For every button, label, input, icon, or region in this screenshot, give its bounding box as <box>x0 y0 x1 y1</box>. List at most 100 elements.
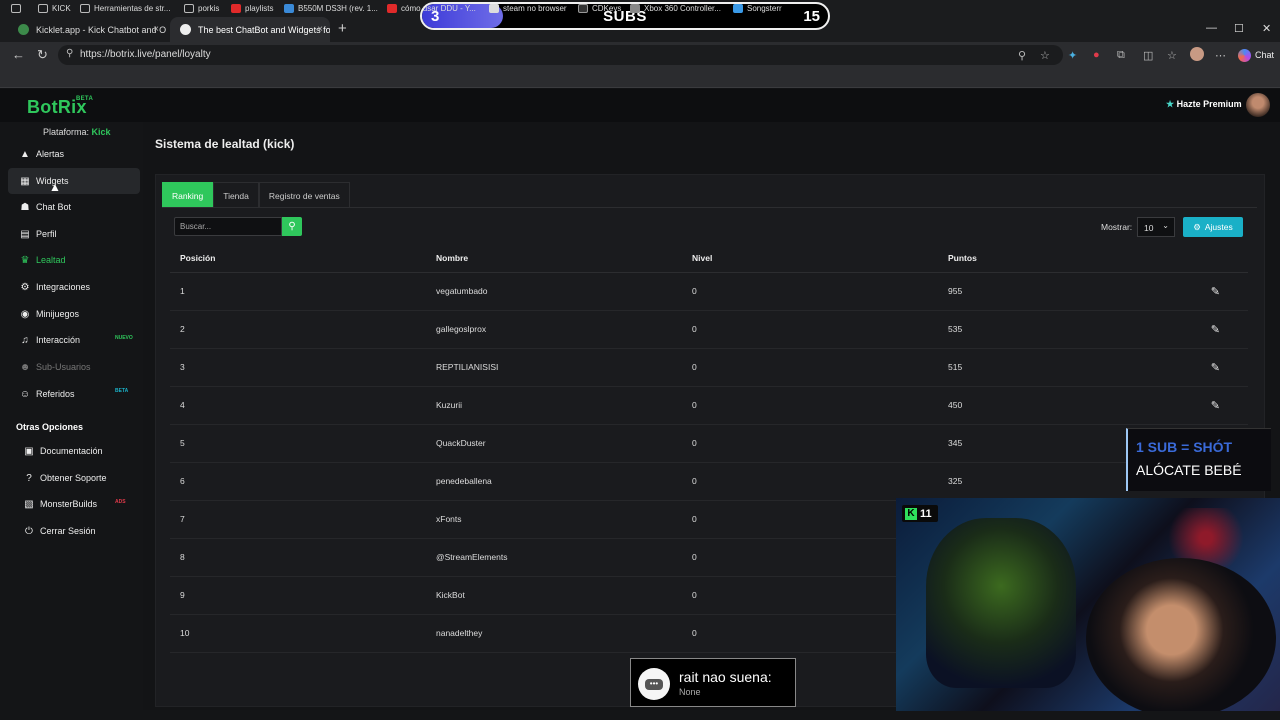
table-header-row: Posición Nombre Nivel Puntos <box>170 244 1248 273</box>
cell-position: 10 <box>170 614 426 653</box>
more-menu-icon[interactable]: ⋯ <box>1215 49 1226 62</box>
sidebar-item-widgets[interactable]: ▦ Widgets <box>8 168 140 194</box>
cell-name: nanadelthey <box>426 614 682 653</box>
sidebar-item-alertas[interactable]: ▲ Alertas <box>8 141 140 167</box>
minimize-icon[interactable]: — <box>1206 22 1217 34</box>
back-icon[interactable]: ← <box>12 47 25 62</box>
search-button[interactable]: ⚲ <box>282 217 302 236</box>
browser-tab-kicklet[interactable]: Kicklet.app - Kick Chatbot and O × <box>8 17 166 42</box>
cell-level: 0 <box>682 462 938 501</box>
platform-value: Kick <box>91 127 111 137</box>
chat-bubble-icon: ••• <box>638 668 670 700</box>
grid-icon: ▦ <box>20 175 30 187</box>
bookmark-steam[interactable]: steam no browser <box>489 4 567 13</box>
ads-badge: ADS <box>115 499 126 505</box>
search-input[interactable]: Buscar... <box>174 217 282 236</box>
bookmark-xbox[interactable]: Xbox 360 Controller... <box>630 4 721 13</box>
sidebar-item-soporte[interactable]: ? Obtener Soporte <box>12 465 144 491</box>
viewer-count-badge: K 11 <box>902 505 938 522</box>
cell-level: 0 <box>682 424 938 463</box>
column-header[interactable]: Puntos <box>938 244 1194 273</box>
new-tab-button[interactable]: + <box>338 20 347 37</box>
extension-icon[interactable]: ✦ <box>1068 49 1077 62</box>
bookmark-ddu[interactable]: cómo usar DDU - Y... <box>387 4 476 13</box>
sidebar-item-documentacion[interactable]: ▣ Documentación <box>12 438 144 464</box>
tab-ranking[interactable]: Ranking <box>162 182 214 208</box>
column-header[interactable]: Posición <box>170 244 426 273</box>
warning-icon: ▲ <box>20 148 30 160</box>
browser-tab-botrix[interactable]: The best ChatBot and Widgets fo × <box>170 17 330 42</box>
cell-level: 0 <box>682 310 938 349</box>
url-field[interactable]: ⚲ https://botrix.live/panel/loyalty <box>58 45 1063 65</box>
sidebar-item-chat-bot[interactable]: ☗ Chat Bot <box>8 194 140 220</box>
chat-username: rait nao suena: <box>679 669 772 685</box>
sidebar-item-lealtad[interactable]: ♛ Lealtad <box>8 247 140 273</box>
zoom-icon[interactable]: ⚲ <box>1018 49 1026 62</box>
platform-label: Plataforma: Kick <box>43 127 111 137</box>
page-size-select[interactable]: 10 ⌄ <box>1137 217 1175 237</box>
edit-pencil-icon[interactable]: ✎ <box>1194 386 1248 425</box>
maximize-icon[interactable]: ☐ <box>1234 22 1244 35</box>
sidebar-item-perfil[interactable]: ▤ Perfil <box>8 221 140 247</box>
column-header-actions <box>1194 244 1248 273</box>
cell-name: Kuzurii <box>426 386 682 425</box>
cell-name: KickBot <box>426 576 682 615</box>
extensions-puzzle-icon[interactable]: ⧉ <box>1117 49 1125 62</box>
users-icon: ☻ <box>19 361 31 373</box>
close-tab-icon[interactable]: × <box>153 24 159 35</box>
promo-line-2: ALÓCATE BEBÉ <box>1136 462 1242 478</box>
loyalty-tabs: Ranking Tienda Registro de ventas <box>162 182 350 208</box>
box-icon: ▧ <box>24 498 34 510</box>
close-window-icon[interactable]: ✕ <box>1262 22 1271 35</box>
user-avatar[interactable] <box>1246 93 1270 117</box>
premium-link[interactable]: ★ Hazte Premium <box>1166 99 1242 110</box>
reload-icon[interactable]: ↻ <box>37 47 48 63</box>
favorite-star-icon[interactable]: ☆ <box>1040 49 1050 62</box>
tab-registro-ventas[interactable]: Registro de ventas <box>258 182 350 208</box>
bookmark-b550m[interactable]: B550M DS3H (rev. 1... <box>284 4 378 13</box>
bookmarks-menu-icon[interactable] <box>11 4 21 13</box>
close-tab-icon[interactable]: × <box>317 24 323 35</box>
robot-icon: ☗ <box>20 201 30 213</box>
copilot-chat-button[interactable]: Chat <box>1238 45 1278 65</box>
column-header[interactable]: Nivel <box>682 244 938 273</box>
column-header[interactable]: Nombre <box>426 244 682 273</box>
music-icon: ♫ <box>21 334 29 346</box>
sidebar-item-integraciones[interactable]: ⚙ Integraciones <box>8 274 140 300</box>
site-info-icon[interactable]: ⚲ <box>66 48 73 59</box>
table-row: 5QuackDuster0345✎ <box>170 424 1248 463</box>
extension-red-icon[interactable]: ● <box>1093 49 1100 61</box>
cell-points: 450 <box>938 386 1194 425</box>
profile-avatar[interactable] <box>1190 47 1204 61</box>
bookmark-kick[interactable]: KICK <box>38 4 71 13</box>
sidebar-item-sub-usuarios[interactable]: ☻ Sub-Usuarios <box>8 354 140 380</box>
cell-position: 2 <box>170 310 426 349</box>
sidebar-item-cerrar-sesion[interactable]: ⏻ Cerrar Sesión <box>12 518 144 544</box>
sidebar-item-referidos[interactable]: ☺ Referidos <box>8 381 140 407</box>
bookmark-songsterr[interactable]: Songsterr <box>733 4 782 13</box>
table-row: 2 gallegoslprox 0 535 ✎ <box>170 310 1248 349</box>
tab-tienda[interactable]: Tienda <box>213 182 259 208</box>
edit-pencil-icon[interactable]: ✎ <box>1194 272 1248 311</box>
beta-badge: BETA <box>76 96 94 102</box>
favorites-icon[interactable]: ☆ <box>1167 49 1177 62</box>
bookmark-cdkeys[interactable]: CDKeys <box>578 4 621 13</box>
edit-pencil-icon[interactable]: ✎ <box>1194 348 1248 387</box>
settings-button[interactable]: ⚙ Ajustes <box>1183 217 1243 237</box>
cell-position: 5 <box>170 424 426 463</box>
copilot-icon <box>1238 48 1251 62</box>
webcam-feed <box>896 498 1280 711</box>
cell-name: penedeballena <box>426 462 682 501</box>
cell-level: 0 <box>682 272 938 311</box>
split-screen-icon[interactable]: ◫ <box>1143 49 1153 62</box>
cell-name: REPTILIANISISI <box>426 348 682 387</box>
page-title: Sistema de lealtad (kick) <box>155 137 295 151</box>
sidebar-item-minijuegos[interactable]: ◉ Minijuegos <box>8 301 140 327</box>
botrix-favicon-icon <box>180 24 191 35</box>
table-row: 1 vegatumbado 0 955 ✎ <box>170 272 1248 311</box>
bookmark-playlists[interactable]: playlists <box>231 4 273 13</box>
bookmark-herramientas[interactable]: Herramientas de str... <box>80 4 170 13</box>
botrix-logo[interactable]: BotRix BETA <box>27 96 93 118</box>
edit-pencil-icon[interactable]: ✎ <box>1194 310 1248 349</box>
bookmark-porkis[interactable]: porkis <box>184 4 219 13</box>
